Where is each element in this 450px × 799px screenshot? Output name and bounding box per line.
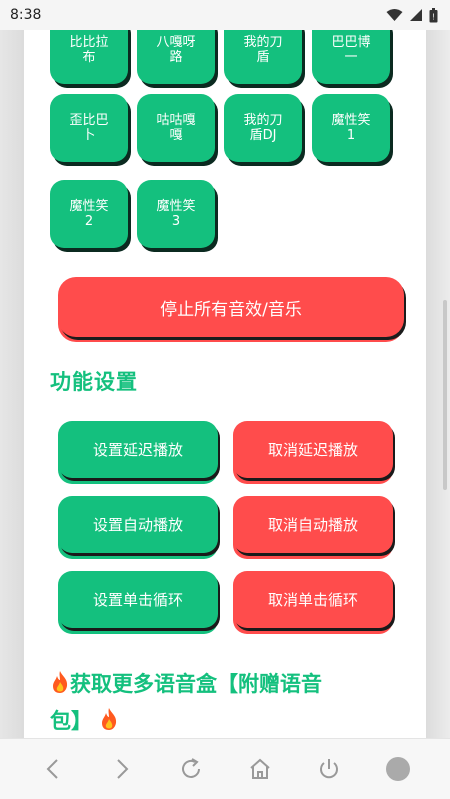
- sound-button[interactable]: 歪比巴 卜: [50, 94, 128, 162]
- sound-button[interactable]: 我的刀 盾DJ: [224, 94, 302, 162]
- signal-icon: [409, 8, 423, 22]
- scrollbar-thumb[interactable]: [443, 300, 447, 490]
- sound-button[interactable]: 魔性笑 1: [312, 94, 390, 162]
- page-margin-left: [0, 30, 24, 738]
- set-auto-play-button[interactable]: 设置自动播放: [58, 496, 218, 553]
- more-text-line2: 包】: [50, 709, 92, 733]
- wifi-icon: [386, 8, 403, 22]
- svg-text:!: !: [432, 12, 434, 21]
- bottom-nav-bar: [0, 738, 450, 799]
- status-bar: 8:38 !: [0, 0, 450, 30]
- battery-icon: !: [429, 7, 438, 23]
- set-delay-play-button[interactable]: 设置延迟播放: [58, 421, 218, 478]
- cancel-click-loop-button[interactable]: 取消单击循环: [233, 571, 393, 628]
- fire-icon: [50, 670, 70, 704]
- power-icon[interactable]: [309, 749, 349, 789]
- sound-button[interactable]: 八嘎呀 路: [137, 30, 215, 84]
- sound-button[interactable]: 魔性笑 2: [50, 180, 128, 248]
- section-title-settings: 功能设置: [50, 370, 138, 394]
- sound-button[interactable]: 比比拉 布: [50, 30, 128, 84]
- sound-button[interactable]: 我的刀 盾: [224, 30, 302, 84]
- more-text-line1: 获取更多语音盒【附赠语音: [70, 672, 322, 696]
- cancel-auto-play-button[interactable]: 取消自动播放: [233, 496, 393, 553]
- back-icon[interactable]: [33, 749, 73, 789]
- sound-button[interactable]: 咕咕嘎 嘎: [137, 94, 215, 162]
- main-content: 比比拉 布 八嘎呀 路 我的刀 盾 巴巴博 一 歪比巴 卜 咕咕嘎 嘎 我的刀 …: [24, 30, 426, 738]
- forward-icon[interactable]: [102, 749, 142, 789]
- circle-icon[interactable]: [378, 749, 418, 789]
- sound-button[interactable]: 巴巴博 一: [312, 30, 390, 84]
- stop-all-sounds-button[interactable]: 停止所有音效/音乐: [58, 277, 404, 337]
- refresh-icon[interactable]: [171, 749, 211, 789]
- sound-button[interactable]: 魔性笑 3: [137, 180, 215, 248]
- status-time: 8:38: [10, 7, 42, 23]
- home-icon[interactable]: [240, 749, 280, 789]
- set-click-loop-button[interactable]: 设置单击循环: [58, 571, 218, 628]
- cancel-delay-play-button[interactable]: 取消延迟播放: [233, 421, 393, 478]
- fire-icon: [99, 707, 119, 738]
- status-icons: !: [386, 7, 438, 23]
- more-voice-box-link[interactable]: 获取更多语音盒【附赠语音包】: [50, 667, 400, 738]
